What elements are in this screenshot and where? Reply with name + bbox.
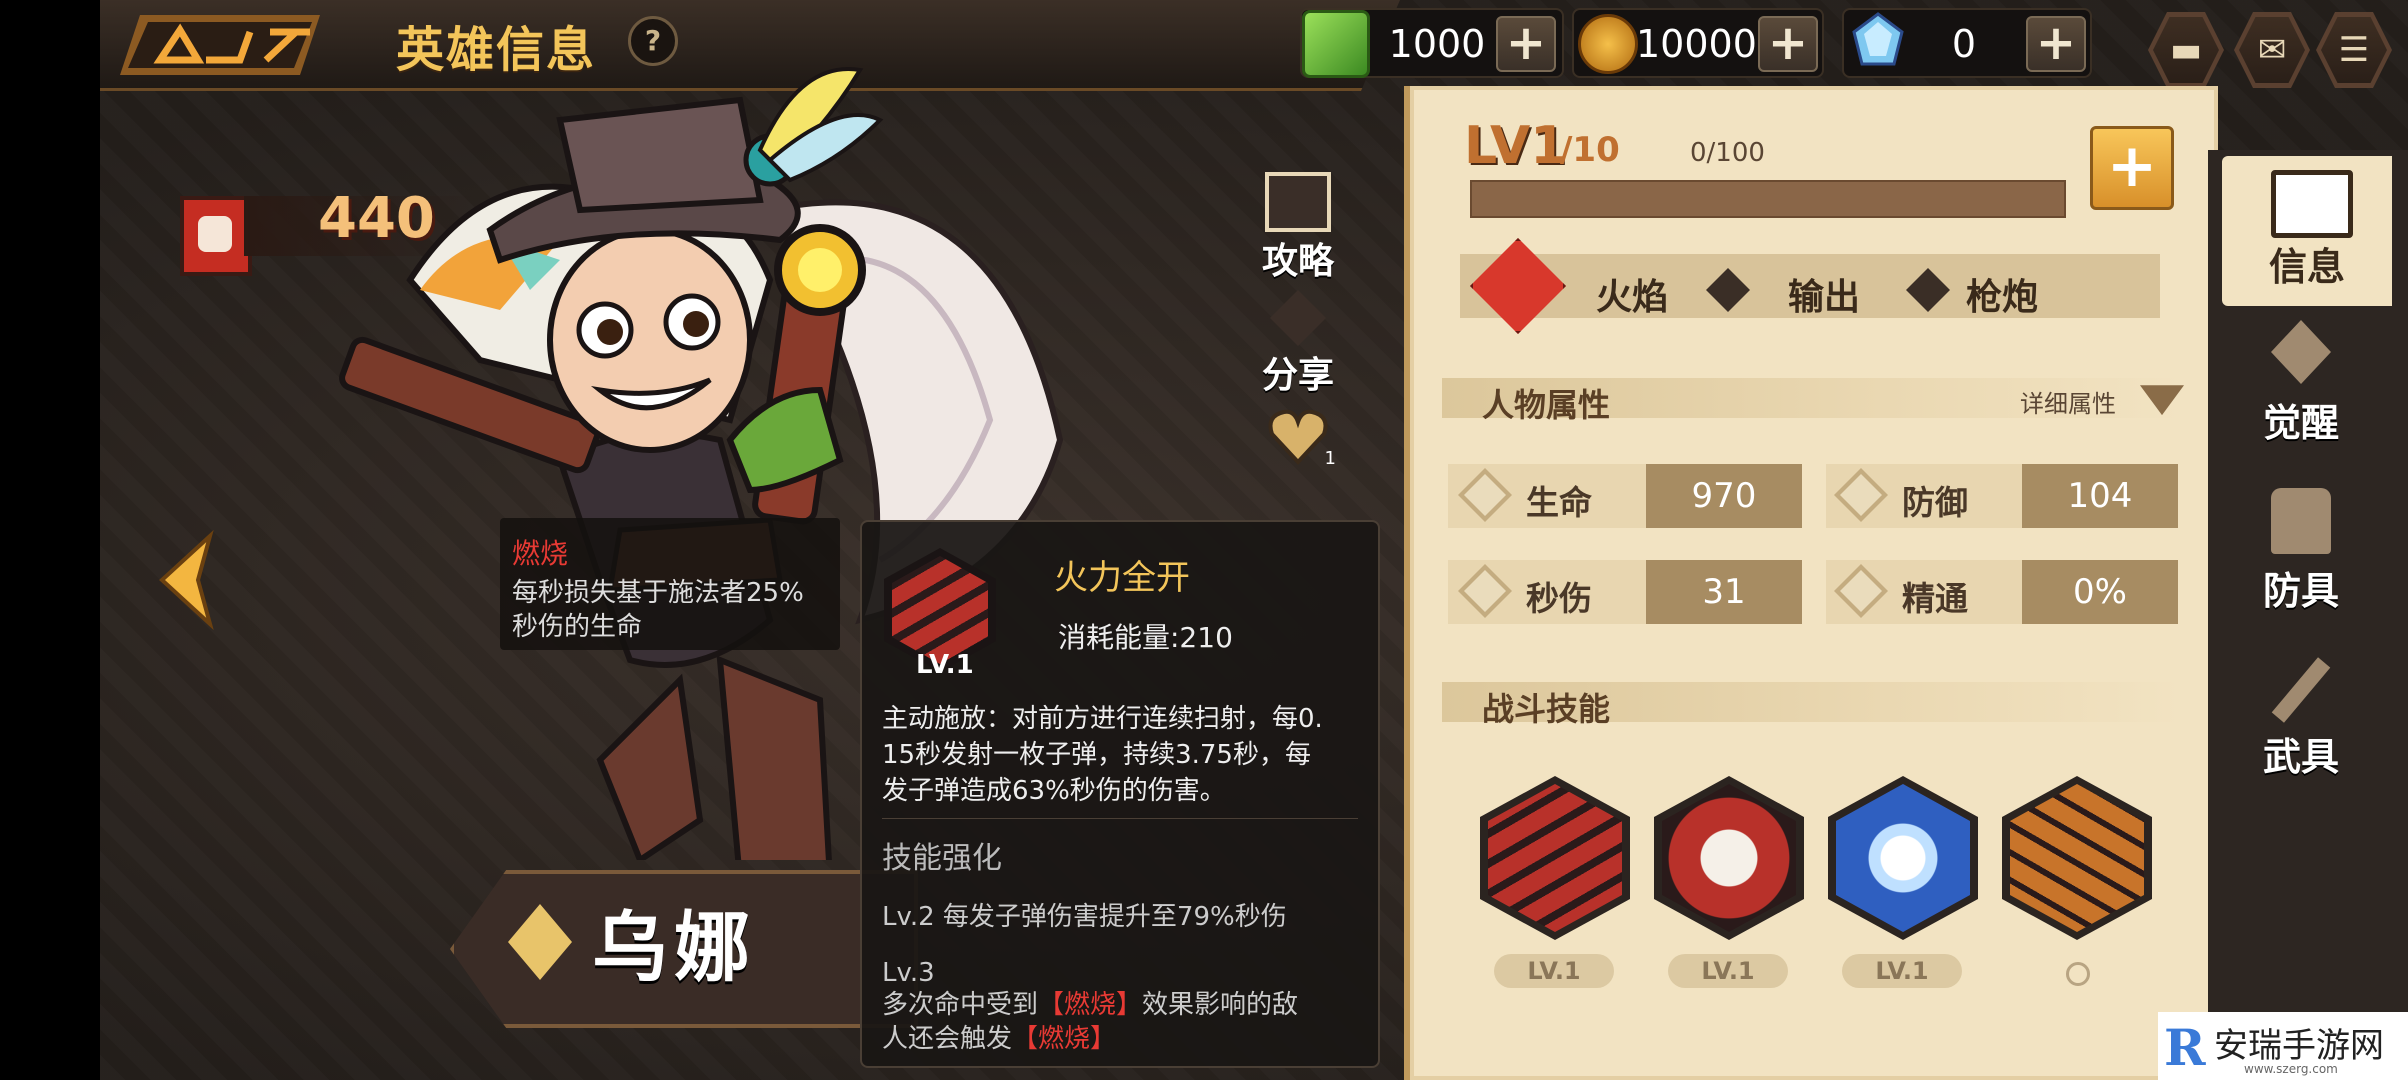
bullets-icon [892,556,988,664]
coin-value: 10000 [1636,22,1757,66]
level-up-button[interactable]: + [2090,126,2174,210]
divider [882,818,1358,819]
skill-1-level: LV.1 [1494,954,1614,988]
skill-slot-2[interactable] [1654,776,1804,940]
fist-power-icon [180,196,252,276]
hero-tab-bar: 信息 觉醒 防具 武具 [2208,150,2408,1080]
skill-slot-1[interactable] [1480,776,1630,940]
tab-armor[interactable]: 防具 [2216,480,2386,630]
burn-desc-line1: 每秒损失基于施法者25% [512,578,804,608]
tab-weapon-label: 武具 [2262,735,2339,779]
add-crystals-button[interactable]: + [2026,16,2086,72]
heart-icon [1268,409,1328,465]
tab-armor-label: 防具 [2262,569,2339,613]
skill-tooltip: LV.1 火力全开 消耗能量:210 主动施放：对前方进行连续扫射，每0. 15… [860,520,1380,1068]
skill-3-level: LV.1 [1842,954,1962,988]
detail-attributes-link[interactable]: 详细属性 [2020,384,2116,419]
add-gems-button[interactable]: + [1496,16,1556,72]
tab-weapon[interactable]: 武具 [2216,646,2386,796]
skills-header: 战斗技能 [1442,682,2182,728]
skill-tooltip-level: LV.1 [916,650,974,680]
tab-awaken-label: 觉醒 [2262,401,2339,445]
tag-output: 输出 [1788,277,1861,318]
level-max: /10 [1560,130,1620,170]
enhance-title: 技能强化 [882,841,1002,876]
share-button[interactable]: 分享 [1258,290,1338,398]
stat-def-label: 防御 [1902,483,1968,522]
exp-text: 0/100 [1690,138,1765,168]
mail-icon: ✉ [2239,17,2305,83]
guide-book-icon [1265,172,1331,232]
tag-fire: 火焰 [1596,277,1669,318]
burn-status-tooltip: 燃烧 每秒损失基于施法者25% 秒伤的生命 [500,518,840,650]
crystal-icon [1852,12,1904,66]
skill-desc-line2: 15秒发射一枚子弹，持续3.75秒，每 [882,740,1311,770]
guide-label: 攻略 [1261,241,1334,282]
skill-name: 火力全开 [1054,558,1190,598]
add-coins-button[interactable]: + [1758,16,1818,72]
exp-bar [1470,180,2066,218]
watermark-url: www.szerg.com [2244,1062,2338,1076]
armor-icon [2253,488,2349,560]
skill-slot-4[interactable] [2002,776,2152,940]
stat-dps-value: 31 [1646,560,1802,624]
stat-mastery-value: 0% [2022,560,2178,624]
enhance-lv3-line2: 人还会触发【燃烧】 [882,1024,1117,1054]
tab-awaken[interactable]: 觉醒 [2216,312,2386,462]
crystal-value: 0 [1951,22,1977,66]
stat-dps-label: 秒伤 [1526,579,1592,618]
skill-desc-line3: 发子弹造成63%秒伤的伤害。 [882,776,1226,806]
share-icon [1270,290,1326,346]
weapon-icon [2253,654,2349,726]
crystal-counter: 0 + [1842,8,2092,78]
book-icon [2259,164,2355,238]
enhance-lv2: Lv.2 每发子弹伤害提升至79%秒伤 [882,902,1287,932]
skill-slot-3[interactable] [1828,776,1978,940]
share-label: 分享 [1261,355,1334,396]
tab-info-label: 信息 [2268,245,2345,289]
burn-desc-line2: 秒伤的生命 [512,612,643,642]
gem-value: 1000 [1388,22,1486,66]
watermark-logo-icon: R [2164,1018,2206,1077]
awaken-icon [2253,320,2349,392]
gold-coin-icon [1578,14,1638,74]
skill-desc-line1: 主动施放：对前方进行连续扫射，每0. [882,704,1323,734]
skill-cost: 消耗能量:210 [1058,621,1233,654]
chat-icon: ▬ [2153,17,2219,83]
skill-4-locked-indicator [2066,962,2090,986]
menu-icon: ☰ [2321,17,2387,83]
watermark: R 安瑞手游网 www.szerg.com [2158,1012,2408,1080]
tab-info[interactable]: 信息 [2222,156,2392,306]
enhance-lv3-line1: 多次命中受到【燃烧】效果影响的敌 [882,990,1299,1020]
guide-button[interactable]: 攻略 [1258,172,1338,284]
hero-name: 乌娜 [592,903,756,992]
green-gem-icon [1302,10,1370,78]
coin-counter: 10000 + [1572,8,1824,78]
stat-def-value: 104 [2022,464,2178,528]
watermark-text: 安瑞手游网 [2214,1026,2384,1066]
tag-gun: 枪炮 [1966,277,2039,318]
enhance-lv3-label: Lv.3 [882,958,935,988]
hero-info-panel: LV1 /10 0/100 + 火焰 输出 枪炮 人物属性 详细属性 生命 97… [1404,86,2218,1080]
stat-hp-label: 生命 [1526,483,1592,522]
gem-counter: 1000 + [1300,8,1564,78]
help-button[interactable]: ? [628,16,678,66]
fire-element-icon [1470,238,1566,334]
previous-hero-arrow-icon[interactable] [150,530,220,630]
skill-2-level: LV.1 [1668,954,1788,988]
level-label: LV1 [1464,116,1567,176]
affection-button[interactable]: 1 [1258,404,1338,472]
stat-mastery-label: 精通 [1902,579,1968,618]
burn-title: 燃烧 [512,537,569,570]
affection-level: 1 [1324,448,1336,469]
stat-hp-value: 970 [1646,464,1802,528]
